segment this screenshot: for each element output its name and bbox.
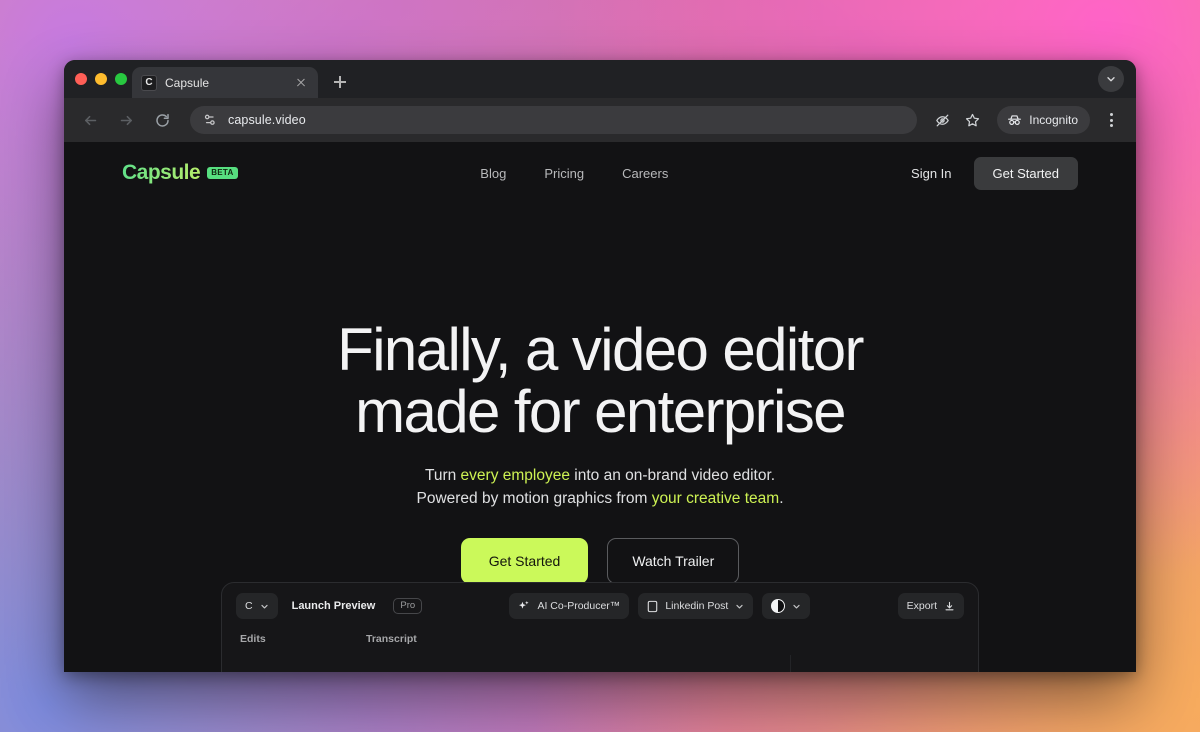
nav-link-blog[interactable]: Blog: [480, 166, 506, 181]
get-started-button-nav[interactable]: Get Started: [973, 156, 1078, 190]
tab-title: Capsule: [165, 75, 210, 90]
site-nav-links: Blog Pricing Careers: [238, 166, 911, 181]
site-settings-icon[interactable]: [202, 112, 218, 128]
export-button[interactable]: Export: [897, 593, 964, 619]
chevron-down-icon[interactable]: [1098, 66, 1124, 92]
page-content: Capsule BETA Blog Pricing Careers Sign I…: [64, 142, 1136, 672]
chevron-down-icon: [735, 602, 744, 611]
subheading-highlight-2: your creative team: [651, 489, 780, 507]
page-title: Finally, a video editor made for enterpr…: [64, 319, 1136, 443]
hero-cta-row: Get Started Watch Trailer: [64, 538, 1136, 585]
headline-line-1: Finally, a video editor: [337, 316, 864, 383]
app-toolbar-center: AI Co-Producer™ Linkedin Post: [509, 593, 811, 619]
new-tab-button[interactable]: [330, 72, 350, 92]
tab-favicon: C: [141, 74, 157, 91]
hero-subheading: Turn every employee into an on-brand vid…: [64, 464, 1136, 511]
headline-line-2: made for enterprise: [355, 377, 846, 445]
app-toolbar: C Launch Preview Pro AI Co-Producer™ Lin…: [222, 583, 978, 629]
subheading-highlight-1: every employee: [460, 466, 570, 484]
sparkle-icon: [518, 600, 530, 612]
three-dot-menu-icon[interactable]: [1098, 107, 1124, 133]
chevron-down-icon: [260, 602, 269, 611]
nav-link-careers[interactable]: Careers: [622, 166, 668, 181]
contrast-icon: [771, 599, 786, 613]
desktop-background: C Capsule capsule.video Incognito Capsul…: [0, 0, 1200, 732]
ai-co-producer-label: AI Co-Producer™: [537, 600, 621, 612]
close-icon[interactable]: [293, 75, 309, 91]
ai-co-producer-button[interactable]: AI Co-Producer™: [509, 593, 630, 619]
address-bar[interactable]: capsule.video: [190, 106, 918, 134]
eye-slash-icon[interactable]: [929, 107, 955, 133]
logo-text: Capsule: [122, 161, 201, 184]
sign-in-link[interactable]: Sign In: [911, 166, 951, 181]
site-logo[interactable]: Capsule BETA: [122, 161, 238, 185]
nav-link-pricing[interactable]: Pricing: [544, 166, 584, 181]
tab-edits[interactable]: Edits: [240, 633, 366, 645]
chevron-down-icon: [792, 602, 801, 611]
subheading-line-2: Powered by motion graphics from your cre…: [416, 489, 784, 507]
browser-tab-strip: C Capsule: [64, 60, 1136, 98]
back-arrow-icon[interactable]: [76, 106, 104, 134]
forward-arrow-icon[interactable]: [112, 106, 140, 134]
maximize-window-button[interactable]: [115, 73, 127, 85]
download-icon: [944, 601, 955, 612]
format-selector[interactable]: Linkedin Post: [638, 593, 754, 619]
app-project-title: Launch Preview: [291, 600, 376, 612]
incognito-label: Incognito: [1029, 113, 1078, 127]
close-window-button[interactable]: [75, 73, 87, 85]
pro-badge: Pro: [393, 598, 423, 614]
video-preview-surface: [790, 655, 978, 672]
incognito-icon: [1006, 112, 1023, 129]
reload-icon[interactable]: [148, 106, 176, 134]
app-tab-bar: Edits Transcript: [222, 633, 978, 645]
watch-trailer-button[interactable]: Watch Trailer: [607, 538, 740, 585]
minimize-window-button[interactable]: [95, 73, 107, 85]
site-navbar: Capsule BETA Blog Pricing Careers Sign I…: [64, 142, 1136, 204]
tab-transcript[interactable]: Transcript: [366, 633, 417, 645]
incognito-indicator[interactable]: Incognito: [997, 106, 1090, 134]
star-icon[interactable]: [959, 107, 985, 133]
format-label: Linkedin Post: [665, 600, 729, 612]
project-initial: C: [245, 600, 253, 612]
site-nav-actions: Sign In Get Started: [911, 156, 1078, 190]
window-traffic-lights: [75, 73, 127, 85]
app-preview-panel: C Launch Preview Pro AI Co-Producer™ Lin…: [221, 582, 979, 672]
browser-window: C Capsule capsule.video Incognito Capsul…: [64, 60, 1136, 672]
export-label: Export: [906, 600, 937, 612]
get-started-button-hero[interactable]: Get Started: [460, 538, 589, 585]
theme-contrast-selector[interactable]: [762, 593, 811, 619]
hero-section: Finally, a video editor made for enterpr…: [64, 204, 1136, 585]
address-bar-url: capsule.video: [228, 113, 306, 127]
browser-toolbar: capsule.video Incognito: [64, 98, 1136, 142]
frame-icon: [647, 600, 658, 613]
browser-tab[interactable]: C Capsule: [132, 67, 318, 98]
subheading-line-1: Turn every employee into an on-brand vid…: [424, 466, 776, 484]
project-selector[interactable]: C: [236, 593, 278, 619]
beta-badge: BETA: [207, 167, 238, 179]
